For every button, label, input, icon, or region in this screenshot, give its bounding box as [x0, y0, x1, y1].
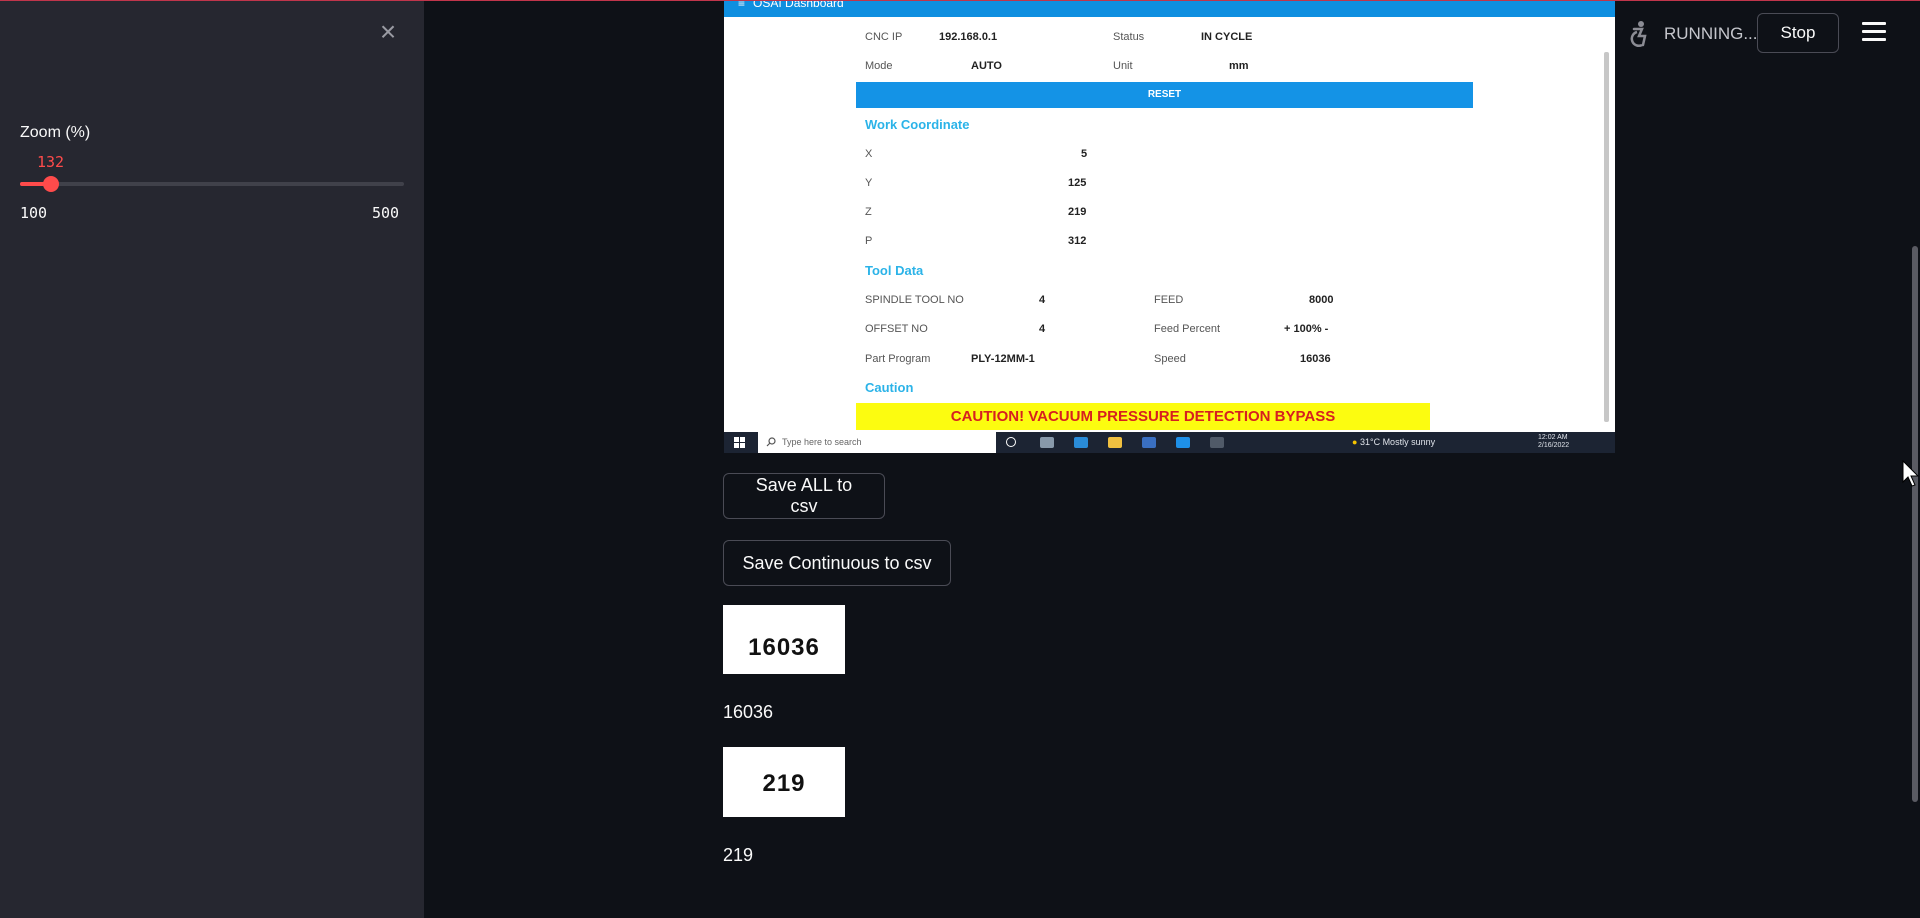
coord-x-label: X	[865, 148, 873, 160]
feed-percent-label: Feed Percent	[1154, 323, 1221, 335]
speed-crop-image: 16036	[723, 605, 845, 674]
app-icon	[1210, 437, 1224, 448]
caution-title: Caution	[865, 380, 914, 395]
task-view-icon	[1040, 437, 1054, 448]
part-program-value: PLY-12MM-1	[971, 353, 1035, 365]
feed-label: FEED	[1154, 294, 1184, 306]
cnc-ip-value: 192.168.0.1	[939, 31, 998, 43]
mouse-cursor-icon	[1902, 460, 1920, 487]
sidebar: × Zoom (%) 132 100 500	[0, 0, 424, 918]
speed-label: Speed	[1154, 353, 1186, 365]
spindle-tool-label: SPINDLE TOOL NO	[865, 294, 964, 306]
save-all-csv-button[interactable]: Save ALL to csv	[723, 473, 885, 519]
speed-ocr-value: 16036	[723, 702, 774, 722]
windows-taskbar: Type here to search ● 31°C Mostly sunny …	[724, 432, 1615, 453]
zoom-label: Zoom (%)	[20, 124, 91, 141]
taskbar-search-placeholder: Type here to search	[782, 437, 862, 447]
mail-icon	[1176, 437, 1190, 448]
store-icon	[1142, 437, 1156, 448]
stop-button[interactable]: Stop	[1757, 13, 1839, 53]
save-continuous-csv-button[interactable]: Save Continuous to csv	[723, 540, 951, 586]
reset-button: RESET	[856, 82, 1473, 108]
coord-y-value: 125	[1068, 177, 1087, 189]
edge-icon	[1074, 437, 1088, 448]
search-icon	[766, 437, 776, 447]
coord-p-label: P	[865, 235, 873, 247]
windows-start-icon	[734, 437, 745, 448]
cortana-icon	[1006, 437, 1016, 447]
zoom-slider[interactable]	[20, 176, 404, 192]
spindle-tool-value: 4	[1039, 294, 1046, 306]
zoom-slider-max: 500	[372, 204, 400, 222]
coord-z-value: 219	[1068, 206, 1087, 218]
feed-percent-value: + 100% -	[1284, 323, 1329, 335]
file-explorer-icon	[1108, 437, 1122, 448]
coord-y-label: Y	[865, 177, 873, 189]
status-value: IN CYCLE	[1201, 31, 1253, 43]
zoom-slider-min: 100	[20, 204, 48, 222]
tool-data-title: Tool Data	[865, 263, 924, 278]
mode-value: AUTO	[971, 60, 1002, 72]
z-coordinate-ocr-value: 219	[723, 845, 754, 865]
running-status-text: RUNNING...	[1664, 24, 1758, 43]
hamburger-menu-icon[interactable]	[1862, 22, 1886, 44]
dashboard-scrollbar	[1604, 52, 1609, 422]
caution-banner: CAUTION! VACUUM PRESSURE DETECTION BYPAS…	[856, 403, 1430, 430]
zoom-slider-thumb[interactable]	[43, 176, 59, 192]
z-coordinate-crop-image: 219	[723, 747, 845, 817]
part-program-label: Part Program	[865, 353, 931, 365]
dashboard-title-bar: ≡ OSAI Dashboard	[724, 0, 1615, 17]
sun-icon: ●	[1352, 437, 1358, 447]
page-scrollbar[interactable]	[1912, 246, 1918, 802]
offset-no-label: OFFSET NO	[865, 323, 928, 335]
zoom-slider-value: 132	[37, 153, 65, 171]
dashboard-title: OSAI Dashboard	[753, 0, 844, 10]
taskbar-weather-text: 31°C Mostly sunny	[1359, 437, 1436, 447]
coord-x-value: 5	[1081, 148, 1088, 160]
coord-z-label: Z	[865, 206, 872, 218]
taskbar-time: 12:02 AM	[1538, 434, 1568, 441]
coord-p-value: 312	[1068, 235, 1087, 247]
work-coordinate-title: Work Coordinate	[865, 117, 970, 132]
taskbar-clock: 12:02 AM 2/16/2022	[1538, 434, 1569, 450]
unit-label: Unit	[1113, 60, 1133, 72]
close-sidebar-icon[interactable]: ×	[374, 18, 402, 46]
running-person-icon	[1630, 21, 1647, 47]
running-status: RUNNING...	[1624, 16, 1758, 52]
offset-no-value: 4	[1039, 323, 1046, 335]
taskbar-date: 2/16/2022	[1538, 442, 1570, 449]
mode-label: Mode	[865, 60, 893, 72]
top-accent-line	[0, 0, 1920, 1]
unit-value: mm	[1229, 60, 1249, 72]
status-label: Status	[1113, 31, 1145, 43]
speed-value: 16036	[1300, 353, 1331, 365]
feed-value: 8000	[1309, 294, 1334, 306]
taskbar-search: Type here to search	[758, 432, 996, 453]
cnc-ip-label: CNC IP	[865, 31, 903, 43]
dashboard-screenshot-image: ≡ OSAI Dashboard CNC IP 192.168.0.1 Statu…	[724, 0, 1615, 453]
taskbar-weather: ● 31°C Mostly sunny	[1352, 432, 1435, 453]
